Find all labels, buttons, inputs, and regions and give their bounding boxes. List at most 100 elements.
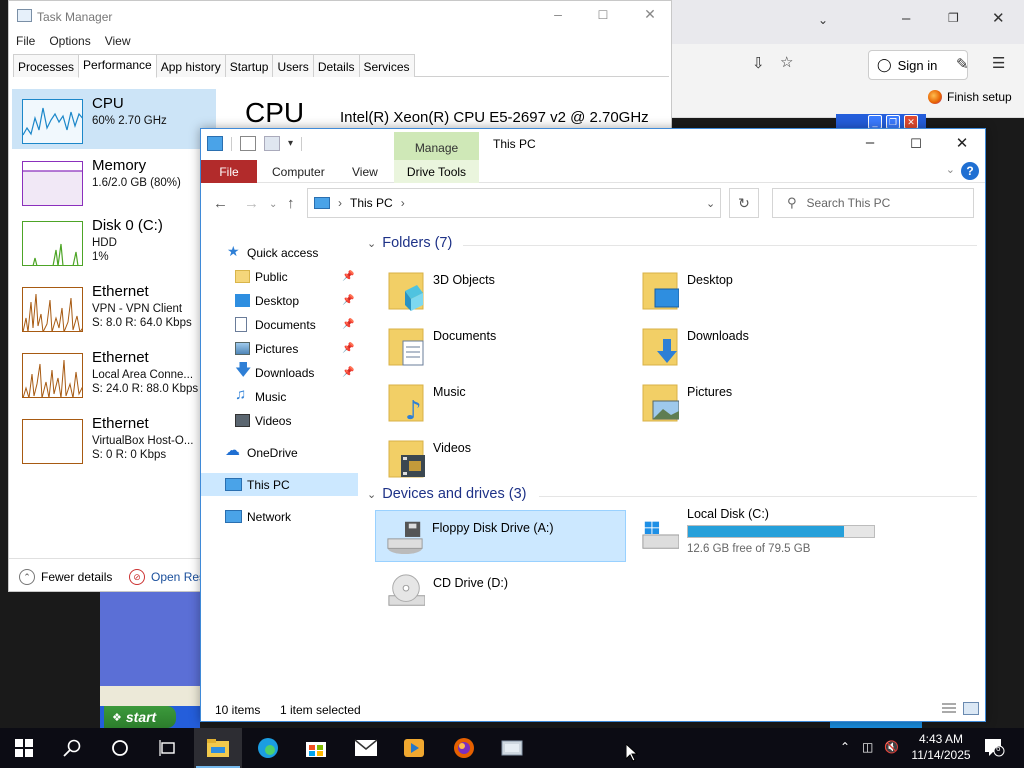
customize-qat-icon[interactable]: ▾ (288, 138, 293, 149)
menu-view[interactable]: View (103, 32, 139, 52)
restore-icon[interactable]: ❐ (886, 115, 900, 129)
perf-item-disk[interactable]: Disk 0 (C:) HDD 1% (12, 211, 216, 271)
perf-item-ethernet-virtualbox[interactable]: Ethernet VirtualBox Host-O... S: 0 R: 0 … (12, 409, 216, 469)
address-bar[interactable]: › This PC › (307, 188, 721, 218)
perf-item-cpu[interactable]: CPU 60% 2.70 GHz (12, 89, 216, 149)
folder-desktop[interactable]: Desktop (631, 263, 881, 315)
breadcrumb-separator[interactable]: › (401, 196, 405, 210)
tab-processes[interactable]: Processes (13, 54, 80, 77)
nav-downloads[interactable]: 🡇 Downloads 📌 (201, 361, 358, 384)
nav-videos[interactable]: Videos (201, 409, 358, 432)
perf-item-memory[interactable]: Memory 1.6/2.0 GB (80%) (12, 151, 216, 211)
tab-users[interactable]: Users (272, 54, 314, 77)
close-icon[interactable]: ✕ (947, 134, 977, 154)
action-center-button[interactable]: 6 (983, 736, 1005, 758)
clock[interactable]: 4:43 AM 11/14/2025 (900, 731, 982, 763)
menu-options[interactable]: Options (47, 32, 98, 52)
close-icon[interactable]: ✕ (992, 9, 1005, 27)
nav-pictures[interactable]: Pictures 📌 (201, 337, 358, 360)
nav-documents[interactable]: Documents 📌 (201, 313, 358, 336)
search-button[interactable] (48, 728, 96, 768)
nav-quick-access[interactable]: ★ Quick access (201, 241, 358, 264)
breadcrumb-this-pc[interactable]: This PC (350, 196, 393, 210)
cortana-button[interactable] (96, 728, 144, 768)
back-arrow-icon[interactable]: ← (213, 195, 228, 212)
network-icon[interactable]: ◫ (862, 740, 873, 754)
refresh-icon[interactable]: ↻ (729, 188, 759, 218)
tab-drive-tools[interactable]: Drive Tools (394, 160, 479, 183)
tab-details[interactable]: Details (312, 54, 360, 77)
menu-icon[interactable]: ☰ (992, 54, 1005, 72)
nav-onedrive[interactable]: ☁ OneDrive (201, 441, 358, 464)
drive-local-c[interactable]: Local Disk (C:) 12.6 GB free of 79.5 GB (631, 503, 881, 565)
nav-this-pc[interactable]: This PC (201, 473, 358, 496)
perf-item-ethernet-lan[interactable]: Ethernet Local Area Conne... S: 24.0 R: … (12, 343, 216, 403)
nav-public[interactable]: Public 📌 (201, 265, 358, 288)
extensions-icon[interactable]: ✎ (956, 55, 969, 73)
volume-muted-icon[interactable]: 🔇 (884, 740, 899, 754)
tab-view[interactable]: View (352, 165, 378, 179)
tab-app-history[interactable]: App history (155, 54, 226, 77)
taskbar-media[interactable] (390, 728, 438, 768)
taskbar-virtualbox[interactable] (488, 728, 536, 768)
folder-pictures[interactable]: Pictures (631, 375, 881, 427)
perf-item-ethernet-vpn[interactable]: Ethernet VPN - VPN Client S: 8.0 R: 64.0… (12, 277, 216, 337)
this-pc-icon[interactable] (207, 136, 223, 151)
expand-ribbon-icon[interactable]: ⌄ (946, 163, 955, 176)
taskbar-edge[interactable] (244, 728, 292, 768)
details-view-icon[interactable] (941, 702, 957, 715)
sign-in-button[interactable]: ◯ Sign in (868, 50, 968, 80)
chevron-down-icon[interactable]: ⌄ (818, 13, 828, 27)
taskbar-file-explorer[interactable] (194, 728, 242, 768)
maximize-icon[interactable]: ☐ (592, 8, 614, 28)
up-arrow-icon[interactable]: ↑ (287, 195, 295, 212)
save-to-pocket-icon[interactable]: ⇩ (752, 54, 765, 72)
nav-desktop[interactable]: Desktop 📌 (201, 289, 358, 312)
devices-group-header[interactable]: ⌄ Devices and drives (3) (367, 486, 526, 502)
tab-performance[interactable]: Performance (78, 54, 157, 78)
minimize-icon[interactable]: – (855, 134, 885, 154)
taskbar-firefox[interactable] (440, 728, 488, 768)
folder-downloads[interactable]: Downloads (631, 319, 881, 371)
folder-documents[interactable]: Documents (377, 319, 627, 371)
maximize-icon[interactable]: ☐ (901, 136, 931, 156)
large-icons-view-icon[interactable] (963, 702, 979, 715)
folders-group-header[interactable]: ⌄ Folders (7) (367, 235, 452, 251)
close-icon[interactable]: ✕ (639, 6, 661, 26)
task-view-button[interactable] (144, 728, 192, 768)
minimize-icon[interactable]: – (547, 6, 569, 26)
folder-music[interactable]: ♪ Music (377, 375, 627, 427)
tab-services[interactable]: Services (358, 54, 415, 77)
open-resource-monitor-link[interactable]: ⊘ Open Res (129, 569, 205, 585)
drive-cd-d[interactable]: CD Drive (D:) (377, 566, 627, 618)
recent-locations-icon[interactable]: ⌄ (269, 199, 277, 210)
taskbar-store[interactable] (292, 728, 340, 768)
finish-setup-link[interactable]: Finish setup (928, 90, 1012, 104)
fewer-details-button[interactable]: ⌃ Fewer details (19, 569, 112, 585)
forward-arrow-icon[interactable]: → (244, 195, 259, 212)
properties-icon[interactable] (240, 136, 256, 151)
tab-file[interactable]: File (201, 160, 257, 183)
xp-start-button[interactable]: ❖ start (104, 706, 176, 728)
folder-3d-objects[interactable]: 3D Objects (377, 263, 627, 315)
minimize-icon[interactable]: _ (868, 115, 882, 129)
menu-file[interactable]: File (14, 32, 43, 52)
minimize-icon[interactable]: – (902, 10, 910, 27)
search-input[interactable]: ⚲ Search This PC (772, 188, 974, 218)
address-history-icon[interactable]: ⌄ (706, 197, 715, 210)
manage-tab[interactable]: Manage (394, 132, 479, 160)
show-hidden-icons-icon[interactable]: ⌃ (840, 740, 850, 754)
tab-computer[interactable]: Computer (272, 165, 325, 179)
start-button[interactable] (0, 728, 48, 768)
nav-network[interactable]: Network (201, 505, 358, 528)
new-folder-icon[interactable] (264, 136, 280, 151)
close-icon[interactable]: ✕ (904, 115, 918, 129)
taskbar-mail[interactable] (342, 728, 390, 768)
drive-floppy[interactable]: Floppy Disk Drive (A:) (375, 510, 626, 562)
maximize-icon[interactable]: ❐ (948, 11, 959, 25)
help-icon[interactable]: ? (961, 162, 979, 180)
nav-music[interactable]: ♫ Music (201, 385, 358, 408)
tab-startup[interactable]: Startup (224, 54, 274, 77)
bookmark-star-icon[interactable]: ☆ (780, 53, 793, 71)
folder-videos[interactable]: Videos (377, 431, 627, 483)
